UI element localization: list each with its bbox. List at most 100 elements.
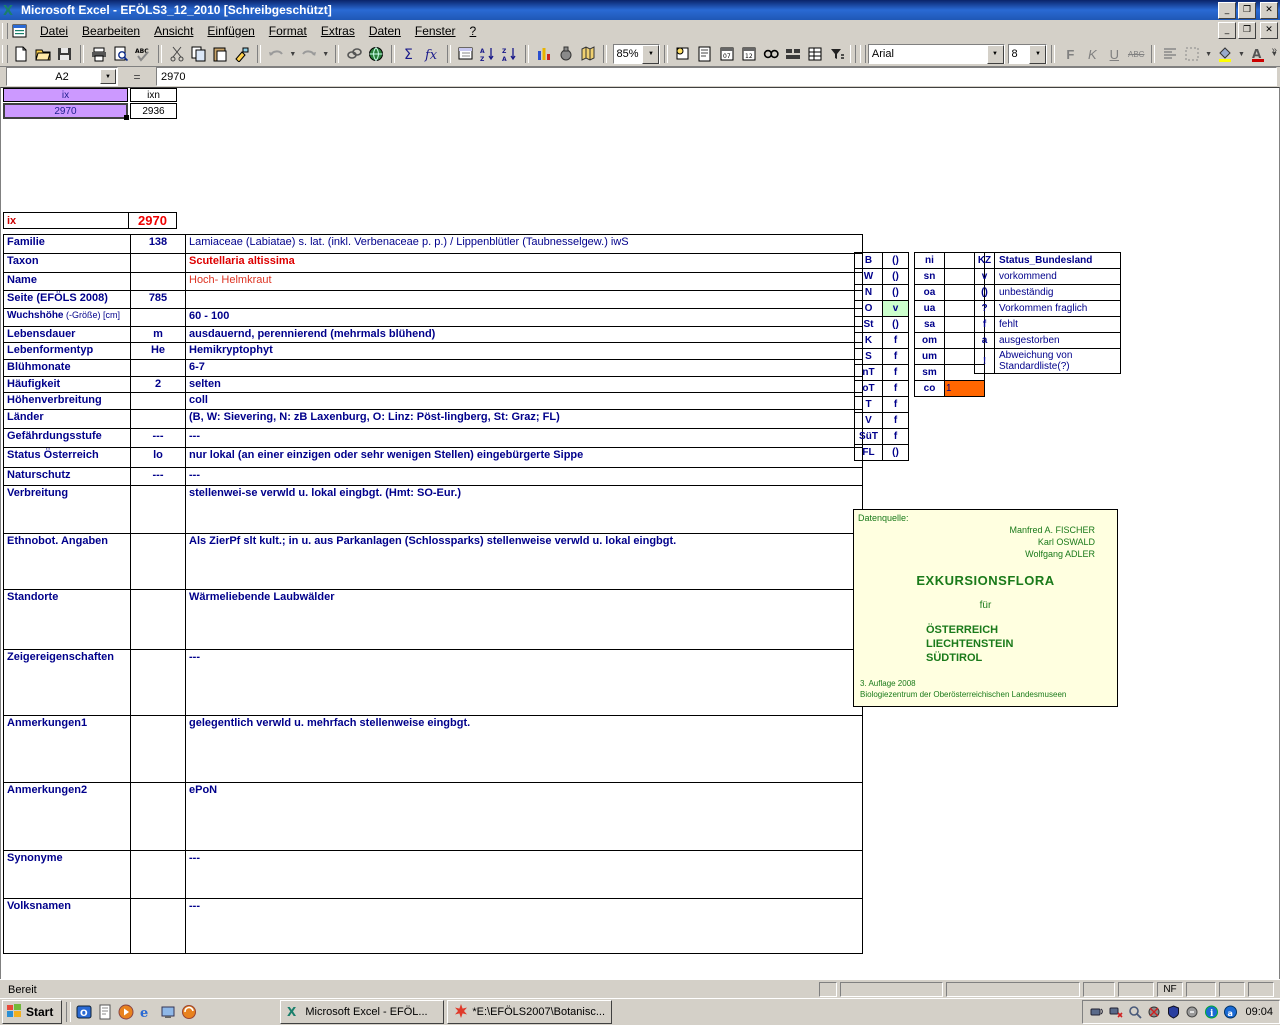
name-box[interactable]: A2 ▼ bbox=[6, 67, 118, 86]
notepad-icon[interactable] bbox=[96, 1003, 114, 1021]
comment-icon[interactable] bbox=[672, 44, 694, 65]
map-icon[interactable] bbox=[577, 44, 599, 65]
row-value[interactable]: 6-7 bbox=[185, 359, 863, 377]
legend-value[interactable]: f bbox=[882, 428, 909, 445]
row-label[interactable]: Wuchshöhe (-Größe) [cm] bbox=[3, 308, 131, 327]
new-icon[interactable] bbox=[10, 44, 32, 65]
undo-dropdown-icon[interactable]: ▼ bbox=[287, 44, 298, 65]
legend-description[interactable]: fehlt bbox=[994, 316, 1121, 333]
menu-einfuegen[interactable]: Einfügen bbox=[200, 22, 261, 40]
row-label[interactable]: Status Österreich bbox=[3, 447, 131, 468]
fill-color-icon[interactable] bbox=[1214, 44, 1236, 65]
row-label[interactable]: Taxon bbox=[3, 253, 131, 273]
zoom-dropdown-icon[interactable]: ▼ bbox=[642, 44, 660, 64]
row-label[interactable]: Länder bbox=[3, 409, 131, 429]
copy-icon[interactable] bbox=[188, 44, 210, 65]
borders-dropdown-icon[interactable]: ▼ bbox=[1203, 44, 1214, 65]
doc-close-button[interactable]: ✕ bbox=[1260, 22, 1278, 39]
ix-header-cell[interactable]: ix bbox=[3, 88, 128, 102]
legend-key[interactable]: ! bbox=[974, 348, 995, 374]
sort-icon[interactable] bbox=[455, 44, 477, 65]
legend-description[interactable]: ausgestorben bbox=[994, 332, 1121, 349]
row-code[interactable]: 785 bbox=[130, 290, 186, 309]
web-toolbar-icon[interactable] bbox=[365, 44, 387, 65]
row-value[interactable]: ePoN bbox=[185, 782, 863, 851]
legend-description[interactable]: Abweichung von Standardliste(?) bbox=[994, 348, 1121, 374]
cut-icon[interactable] bbox=[166, 44, 188, 65]
row-code[interactable] bbox=[130, 782, 186, 851]
menu-daten[interactable]: Daten bbox=[362, 22, 408, 40]
row-label[interactable]: Name bbox=[3, 272, 131, 291]
print-icon[interactable] bbox=[88, 44, 110, 65]
sort-desc-icon[interactable]: ZA bbox=[499, 44, 521, 65]
taskbar-item-botanisc[interactable]: *E:\EFÖLS2007\Botanisc... bbox=[447, 1000, 613, 1024]
row-code[interactable]: 138 bbox=[130, 234, 186, 254]
row-code[interactable]: lo bbox=[130, 447, 186, 468]
row-code[interactable]: --- bbox=[130, 428, 186, 448]
fill-color-dropdown-icon[interactable]: ▼ bbox=[1236, 44, 1247, 65]
shield-icon[interactable] bbox=[1165, 1004, 1181, 1020]
print-preview-icon[interactable] bbox=[110, 44, 132, 65]
menu-bearbeiten[interactable]: Bearbeiten bbox=[75, 22, 147, 40]
ixn-value-cell[interactable]: 2936 bbox=[130, 103, 177, 119]
legend-value[interactable]: f bbox=[882, 396, 909, 413]
toolbar-overflow-icon[interactable]: » bbox=[1271, 45, 1277, 56]
legend-value[interactable]: v bbox=[882, 300, 909, 317]
chart-wizard-icon[interactable] bbox=[533, 44, 555, 65]
row-code[interactable] bbox=[130, 392, 186, 410]
row-value[interactable]: Hoch- Helmkraut bbox=[185, 272, 863, 291]
row-value[interactable]: (B, W: Sievering, N: zB Laxenburg, O: Li… bbox=[185, 409, 863, 429]
row-code[interactable] bbox=[130, 308, 186, 327]
row-value[interactable]: --- bbox=[185, 428, 863, 448]
row-label[interactable]: Standorte bbox=[3, 589, 131, 650]
row-code[interactable] bbox=[130, 850, 186, 899]
row-label[interactable]: Lebensdauer bbox=[3, 326, 131, 343]
row-value[interactable]: Wärmeliebende Laubwälder bbox=[185, 589, 863, 650]
row-code[interactable] bbox=[130, 272, 186, 291]
row-value[interactable]: Als ZierPf slt kult.; in u. aus Parkanla… bbox=[185, 533, 863, 590]
menu-help[interactable]: ? bbox=[463, 22, 484, 40]
menu-fenster[interactable]: Fenster bbox=[408, 22, 463, 40]
open-icon[interactable] bbox=[32, 44, 54, 65]
legend-key[interactable]: sm bbox=[914, 364, 945, 381]
menu-datei[interactable]: Datei bbox=[33, 22, 75, 40]
strikethrough-button[interactable]: ABC bbox=[1125, 44, 1147, 65]
bold-button[interactable]: F bbox=[1059, 44, 1081, 65]
row-code[interactable] bbox=[130, 409, 186, 429]
close-button[interactable]: ✕ bbox=[1260, 2, 1278, 19]
row-code[interactable] bbox=[130, 649, 186, 716]
network-error-icon[interactable] bbox=[1108, 1004, 1124, 1020]
internet-explorer-icon[interactable]: e bbox=[138, 1003, 156, 1021]
formula-input[interactable]: 2970 bbox=[156, 67, 1277, 86]
legend-value[interactable]: () bbox=[882, 316, 909, 333]
row-value[interactable]: 60 - 100 bbox=[185, 308, 863, 327]
toolbar-grip-standard[interactable] bbox=[2, 45, 8, 63]
row-label[interactable]: Lebenformentyp bbox=[3, 342, 131, 360]
fill-handle[interactable] bbox=[124, 115, 129, 120]
legend-key[interactable]: a bbox=[974, 332, 995, 349]
legend-value[interactable]: f bbox=[882, 364, 909, 381]
row-value[interactable]: gelegentlich verwld u. mehrfach stellenw… bbox=[185, 715, 863, 783]
borders-icon[interactable] bbox=[1181, 44, 1203, 65]
align-left-icon[interactable] bbox=[1159, 44, 1181, 65]
row-code[interactable] bbox=[130, 898, 186, 954]
drawing-icon[interactable] bbox=[555, 44, 577, 65]
font-color-icon[interactable]: A bbox=[1247, 44, 1269, 65]
row-value[interactable] bbox=[185, 290, 863, 309]
merge-cells-icon[interactable] bbox=[782, 44, 804, 65]
search-icon[interactable] bbox=[1127, 1004, 1143, 1020]
row-label[interactable]: Anmerkungen1 bbox=[3, 715, 131, 783]
legend-description[interactable]: vorkommend bbox=[994, 268, 1121, 285]
font-size-dropdown-icon[interactable]: ▼ bbox=[1029, 44, 1047, 64]
legend-key[interactable]: f bbox=[974, 316, 995, 333]
toolbar-grip-formatting-2[interactable] bbox=[859, 45, 866, 63]
legend-key[interactable]: W bbox=[854, 268, 883, 285]
legend-key[interactable]: ua bbox=[914, 300, 945, 317]
legend-key[interactable]: V bbox=[854, 412, 883, 429]
menu-grip[interactable] bbox=[2, 23, 8, 39]
show-desktop-icon[interactable] bbox=[159, 1003, 177, 1021]
find-icon[interactable] bbox=[760, 44, 782, 65]
calendar-icon[interactable]: 07 bbox=[716, 44, 738, 65]
row-label[interactable]: Familie bbox=[3, 234, 131, 254]
tray-clock[interactable]: 09:04 bbox=[1241, 1006, 1273, 1018]
